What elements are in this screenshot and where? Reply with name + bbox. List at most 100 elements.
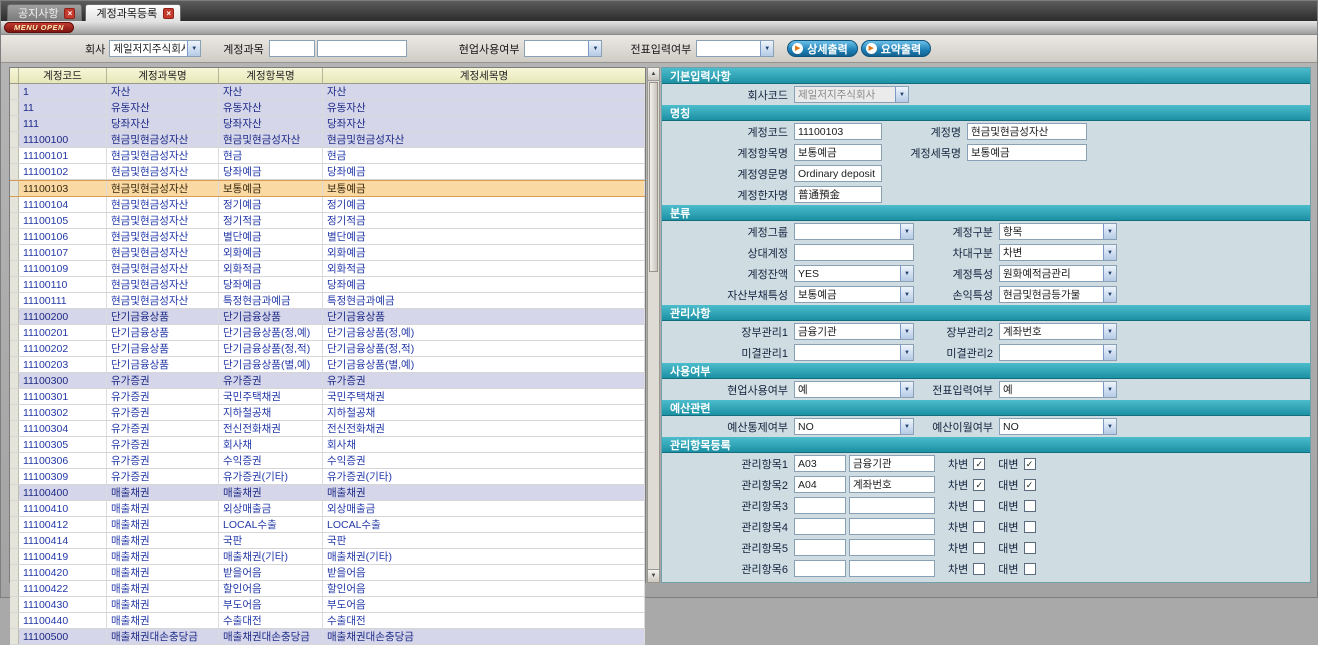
table-row[interactable]: 11100107현금및현금성자산외화예금외화예금: [10, 245, 645, 261]
dropdown-arrow-icon[interactable]: ▼: [900, 287, 913, 302]
account-attribute-select[interactable]: 원화예적금관리▼: [999, 265, 1117, 282]
table-row[interactable]: 11100104현금및현금성자산정기예금정기예금: [10, 197, 645, 213]
ledger-mgmt2-select[interactable]: 계좌번호▼: [999, 323, 1117, 340]
dropdown-arrow-icon[interactable]: ▼: [900, 419, 913, 434]
ledger-mgmt1-select[interactable]: 금융기관▼: [794, 323, 914, 340]
profit-loss-attr-select[interactable]: 현금및현금등가물▼: [999, 286, 1117, 303]
budget-control-yn-select[interactable]: NO▼: [794, 418, 914, 435]
account-hanja-name-input[interactable]: 普通預金: [794, 186, 882, 203]
use-filter-select[interactable]: ▼: [524, 40, 602, 57]
header-account-code[interactable]: 계정코드: [19, 68, 107, 83]
table-row[interactable]: 11100102현금및현금성자산당좌예금당좌예금: [10, 164, 645, 180]
scroll-down-icon[interactable]: ▼: [648, 569, 659, 582]
table-row[interactable]: 11100500매출채권대손충당금매출채권대손충당금매출채권대손충당금: [10, 629, 645, 645]
menu-open-button[interactable]: MENU OPEN: [4, 22, 74, 33]
company-code-select[interactable]: 제일저지주식회사▼: [794, 86, 909, 103]
header-item-name[interactable]: 계정항목명: [219, 68, 323, 83]
company-filter-select[interactable]: 제일저지주식회사 ▼: [109, 40, 201, 57]
mgmt-item-2-credit-checkbox[interactable]: ✓: [1024, 479, 1036, 491]
dropdown-arrow-icon[interactable]: ▼: [1103, 224, 1116, 239]
debit-credit-class-select[interactable]: 차변▼: [999, 244, 1117, 261]
table-row[interactable]: 11100111현금및현금성자산특정현금과예금특정현금과예금: [10, 293, 645, 309]
tab-notice[interactable]: 공지사항 ×: [7, 4, 82, 21]
summary-print-button[interactable]: ▶ 요약출력: [861, 40, 931, 57]
mgmt-item-1-name-input[interactable]: 금융기관: [849, 455, 935, 472]
dropdown-arrow-icon[interactable]: ▼: [1103, 382, 1116, 397]
field-use-yn-select[interactable]: 예▼: [794, 381, 914, 398]
table-row[interactable]: 1자산자산자산: [10, 84, 645, 100]
pending-mgmt1-select[interactable]: ▼: [794, 344, 914, 361]
mgmt-item-1-code-input[interactable]: A03: [794, 455, 846, 472]
table-row[interactable]: 11100300유가증권유가증권유가증권: [10, 373, 645, 389]
dropdown-arrow-icon[interactable]: ▼: [187, 41, 200, 56]
table-row[interactable]: 11100414매출채권국판국판: [10, 533, 645, 549]
table-row[interactable]: 11100305유가증권회사채회사채: [10, 437, 645, 453]
table-row[interactable]: 11100302유가증권지하철공채지하철공채: [10, 405, 645, 421]
tab-close-icon[interactable]: ×: [163, 8, 174, 19]
mgmt-item-4-code-input[interactable]: [794, 518, 846, 535]
scroll-thumb[interactable]: [649, 82, 658, 272]
dropdown-arrow-icon[interactable]: ▼: [1103, 324, 1116, 339]
dropdown-arrow-icon[interactable]: ▼: [1103, 345, 1116, 360]
mgmt-item-5-code-input[interactable]: [794, 539, 846, 556]
table-row[interactable]: 11100105현금및현금성자산정기적금정기적금: [10, 213, 645, 229]
table-scrollbar[interactable]: ▲ ▼: [647, 67, 660, 583]
mgmt-item-3-code-input[interactable]: [794, 497, 846, 514]
counter-account-input[interactable]: [794, 244, 914, 261]
table-row[interactable]: 11100422매출채권할인어음할인어음: [10, 581, 645, 597]
table-row[interactable]: 11100202단기금융상품단기금융상품(정,적)단기금융상품(정,적): [10, 341, 645, 357]
table-row[interactable]: 11100100현금및현금성자산현금및현금성자산현금및현금성자산: [10, 132, 645, 148]
pending-mgmt2-select[interactable]: ▼: [999, 344, 1117, 361]
mgmt-item-3-credit-checkbox[interactable]: [1024, 500, 1036, 512]
dropdown-arrow-icon[interactable]: ▼: [900, 224, 913, 239]
mgmt-item-4-debit-checkbox[interactable]: [973, 521, 985, 533]
scroll-track[interactable]: [648, 273, 659, 569]
dropdown-arrow-icon[interactable]: ▼: [1103, 266, 1116, 281]
asset-liability-attr-select[interactable]: 보통예금▼: [794, 286, 914, 303]
mgmt-item-4-credit-checkbox[interactable]: [1024, 521, 1036, 533]
mgmt-item-2-debit-checkbox[interactable]: ✓: [973, 479, 985, 491]
mgmt-item-2-code-input[interactable]: A04: [794, 476, 846, 493]
mgmt-item-6-name-input[interactable]: [849, 560, 935, 577]
account-name-input[interactable]: 현금및현금성자산: [967, 123, 1087, 140]
table-row[interactable]: 11100419매출채권매출채권(기타)매출채권(기타): [10, 549, 645, 565]
account-code-input[interactable]: 11100103: [794, 123, 882, 140]
mgmt-item-6-debit-checkbox[interactable]: [973, 563, 985, 575]
table-row[interactable]: 11100200단기금융상품단기금융상품단기금융상품: [10, 309, 645, 325]
account-english-name-input[interactable]: Ordinary deposit: [794, 165, 882, 182]
mgmt-item-6-code-input[interactable]: [794, 560, 846, 577]
account-code-filter-input[interactable]: [269, 40, 315, 57]
dropdown-arrow-icon[interactable]: ▼: [900, 345, 913, 360]
mgmt-item-1-credit-checkbox[interactable]: ✓: [1024, 458, 1036, 470]
mgmt-item-2-name-input[interactable]: 계좌번호: [849, 476, 935, 493]
table-row[interactable]: 11유동자산유동자산유동자산: [10, 100, 645, 116]
table-row[interactable]: 11100410매출채권외상매출금외상매출금: [10, 501, 645, 517]
table-row[interactable]: 11100301유가증권국민주택채권국민주택채권: [10, 389, 645, 405]
table-row[interactable]: 11100420매출채권받을어음받을어음: [10, 565, 645, 581]
account-detail-name-input[interactable]: 보통예금: [967, 144, 1087, 161]
table-row[interactable]: 11100103현금및현금성자산보통예금보통예금: [10, 180, 645, 197]
table-row[interactable]: 111당좌자산당좌자산당좌자산: [10, 116, 645, 132]
tab-close-icon[interactable]: ×: [64, 8, 75, 19]
dropdown-arrow-icon[interactable]: ▼: [900, 324, 913, 339]
account-name-filter-input[interactable]: [317, 40, 407, 57]
account-class-select[interactable]: 항목▼: [999, 223, 1117, 240]
dropdown-arrow-icon[interactable]: ▼: [1103, 287, 1116, 302]
mgmt-item-5-credit-checkbox[interactable]: [1024, 542, 1036, 554]
header-detail-name[interactable]: 계정세목명: [323, 68, 645, 83]
dropdown-arrow-icon[interactable]: ▼: [1103, 245, 1116, 260]
dropdown-arrow-icon[interactable]: ▼: [900, 266, 913, 281]
slip-entry-yn-select[interactable]: 예▼: [999, 381, 1117, 398]
detail-print-button[interactable]: ▶ 상세출력: [787, 40, 857, 57]
table-row[interactable]: 11100400매출채권매출채권매출채권: [10, 485, 645, 501]
mgmt-item-5-name-input[interactable]: [849, 539, 935, 556]
dropdown-arrow-icon[interactable]: ▼: [1103, 419, 1116, 434]
mgmt-item-6-credit-checkbox[interactable]: [1024, 563, 1036, 575]
table-row[interactable]: 11100309유가증권유가증권(기타)유가증권(기타): [10, 469, 645, 485]
dropdown-arrow-icon[interactable]: ▼: [760, 41, 773, 56]
header-account-name[interactable]: 계정과목명: [107, 68, 219, 83]
scroll-up-icon[interactable]: ▲: [648, 68, 659, 81]
table-row[interactable]: 11100109현금및현금성자산외화적금외화적금: [10, 261, 645, 277]
mgmt-item-3-name-input[interactable]: [849, 497, 935, 514]
dropdown-arrow-icon[interactable]: ▼: [900, 382, 913, 397]
